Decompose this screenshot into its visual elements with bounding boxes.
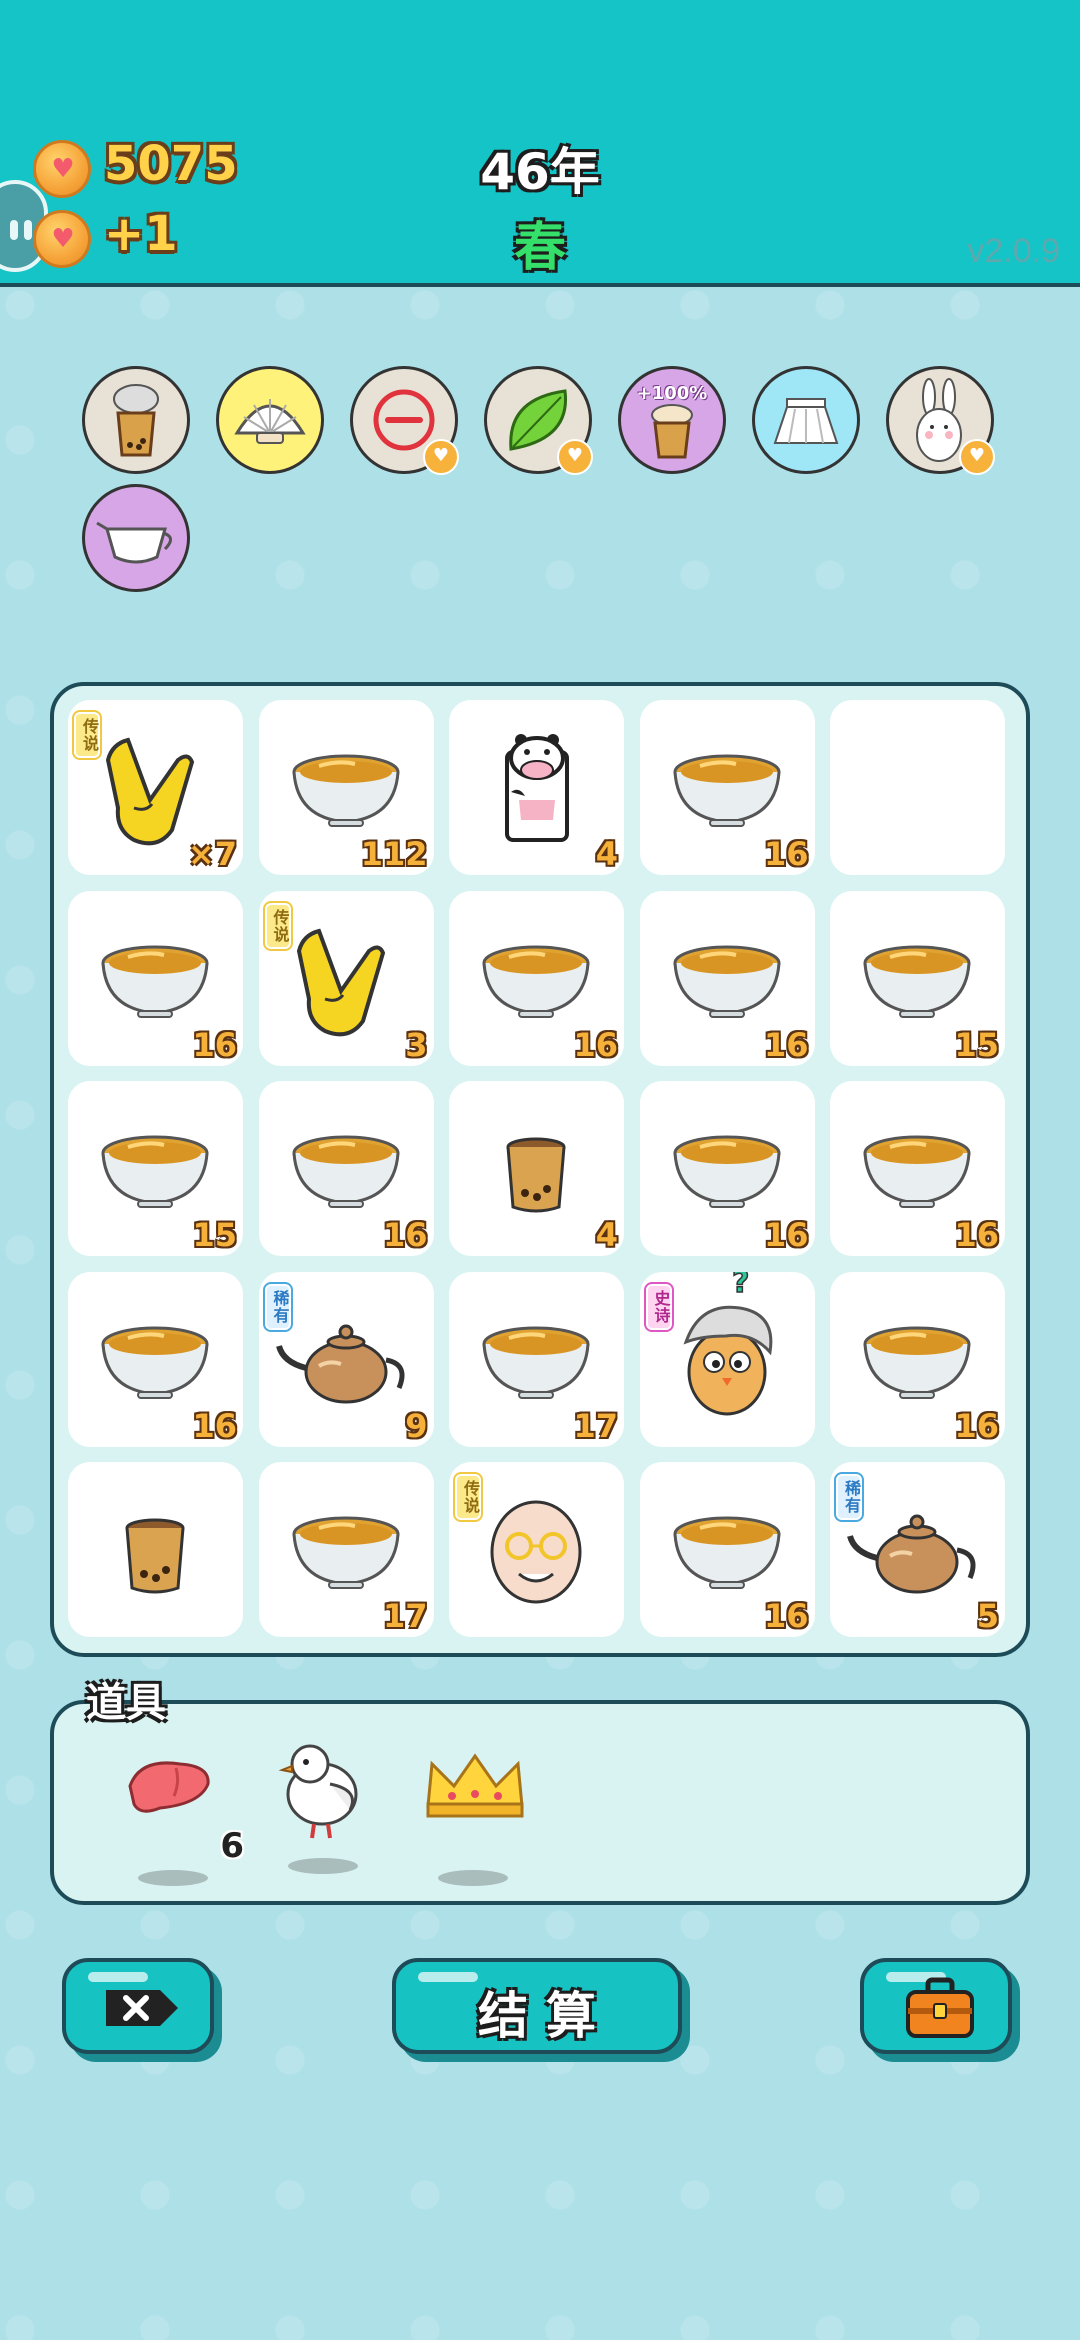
crown-icon[interactable] [420, 1746, 530, 1886]
svg-text:?: ? [732, 1272, 749, 1300]
item-count: 112 [360, 835, 428, 873]
item-count: ×7 [187, 835, 237, 873]
grid-cell-tea-bowl[interactable]: 16 [639, 1462, 815, 1637]
item-count: 16 [192, 1406, 237, 1445]
grid-cell-tea-bowl[interactable]: 15 [830, 890, 1005, 1066]
close-tag-icon [106, 1990, 178, 2026]
tool-count: 6 [220, 1826, 244, 1866]
item-count: 16 [573, 1025, 618, 1064]
rarity-tag: 稀有 [264, 1283, 291, 1330]
year-label: 46年 [480, 143, 600, 201]
quit-button[interactable] [62, 1958, 214, 2054]
minus-circle-icon[interactable]: ♥ [350, 366, 459, 475]
item-count: 3 [405, 1025, 428, 1064]
item-count: 17 [382, 1597, 428, 1635]
item-count: 16 [763, 1216, 809, 1254]
item-count: 16 [192, 1025, 237, 1064]
heart-badge-icon: ♥ [423, 439, 459, 475]
tool-shadow [288, 1858, 358, 1874]
leaf-icon[interactable]: ♥ [484, 366, 593, 475]
version-label: v2.0.9 [967, 232, 1060, 270]
coin-icon: ♥ [33, 140, 91, 198]
grid-cell-tea-cup[interactable]: 4 [449, 1081, 624, 1256]
item-count: 17 [573, 1406, 618, 1445]
rarity-tag: 传说 [264, 902, 291, 949]
tools-panel: 6 [50, 1700, 1030, 1905]
item-count: 16 [763, 1597, 809, 1635]
grid-cell-teapot[interactable]: 稀有 9 [258, 1271, 434, 1447]
heart-badge-icon: ♥ [959, 439, 995, 475]
button-shine [88, 1972, 148, 1982]
item-count: 4 [595, 1216, 618, 1254]
briefcase-icon [906, 1977, 974, 2038]
season-label: 春 [513, 218, 566, 278]
skirt-icon[interactable] [752, 366, 860, 474]
tool-shadow [438, 1870, 508, 1886]
item-count: 16 [763, 835, 809, 873]
grid-cell-old-man[interactable]: 传说 [449, 1462, 624, 1637]
item-count: 16 [954, 1406, 999, 1445]
item-count: 16 [954, 1216, 999, 1254]
rarity-tag: 传说 [74, 712, 100, 758]
item-count: 16 [763, 1025, 809, 1064]
bag-button[interactable] [860, 1958, 1012, 2054]
grid-cell-tea-bowl[interactable]: 112 [258, 700, 434, 875]
item-count: 9 [405, 1406, 428, 1445]
cup-plus-icon[interactable]: +100% [618, 366, 726, 474]
grid-cell-tea-bowl[interactable]: 16 [258, 1081, 434, 1256]
grid-cell-chick-character[interactable]: ? 史诗 [639, 1271, 815, 1447]
grid-cell-tea-bowl[interactable]: 17 [449, 1271, 624, 1447]
bubble-tea-lid-icon[interactable] [82, 366, 190, 474]
grid-cell-teapot[interactable]: 稀有 5 [830, 1462, 1005, 1637]
grid-cell-tea-bowl[interactable]: 17 [258, 1462, 434, 1637]
item-count: 15 [954, 1025, 999, 1064]
coin-income: +1 [104, 206, 178, 262]
tea-cup-icon [125, 1518, 185, 1594]
rarity-tag: 稀有 [836, 1474, 862, 1520]
top-bar: ♥ 5075 ♥ +1 46年 春 v2.0.9 [0, 0, 1080, 287]
item-count: 15 [192, 1216, 237, 1254]
grid-cell-tea-bowl[interactable]: 16 [68, 1271, 243, 1447]
heart-badge-icon: ♥ [557, 439, 593, 475]
item-count: 4 [595, 835, 618, 873]
grid-cell-pointing-hand[interactable]: 传说 3 [258, 890, 434, 1066]
tool-shadow [138, 1870, 208, 1886]
grid-cell-tea-bowl[interactable]: 16 [830, 1081, 1005, 1256]
grid-cell-pointing-hand[interactable]: 传说 ×7 [68, 700, 243, 875]
coin-income-icon: ♥ [33, 210, 91, 268]
grid-cell-empty[interactable] [830, 700, 1005, 875]
rarity-tag: 史诗 [645, 1283, 672, 1330]
item-grid: 传说 ×7 112 4 16 16 传说 3 16 16 15 15 16 4 16 16 16 稀有 9 17? 史诗… [50, 682, 1030, 1657]
grid-cell-tea-bowl[interactable]: 16 [830, 1271, 1005, 1447]
grid-cell-cow[interactable]: 4 [449, 700, 624, 875]
shell-icon[interactable] [216, 366, 324, 474]
buff-bonus-label: +100% [636, 383, 708, 404]
grid-cell-tea-cup[interactable] [68, 1462, 243, 1637]
grid-cell-tea-bowl[interactable]: 16 [68, 890, 243, 1066]
item-count: 16 [382, 1216, 428, 1254]
grid-cell-tea-bowl[interactable]: 16 [639, 1081, 815, 1256]
rarity-tag: 传说 [455, 1474, 481, 1520]
liver-icon[interactable]: 6 [120, 1746, 244, 1886]
settle-button[interactable]: 结算 [392, 1958, 682, 2054]
milk-jug-icon[interactable] [82, 484, 190, 592]
tools-title: 道具 [86, 1680, 166, 1726]
item-count: 5 [976, 1597, 999, 1635]
settle-label: 结算 [478, 1987, 614, 2045]
coin-total: 5075 [104, 136, 238, 192]
grid-cell-tea-bowl[interactable]: 16 [449, 890, 624, 1066]
grid-cell-tea-bowl[interactable]: 16 [639, 890, 815, 1066]
rabbit-icon[interactable]: ♥ [886, 366, 995, 475]
grid-cell-tea-bowl[interactable]: 15 [68, 1081, 243, 1256]
bird-icon[interactable] [270, 1734, 380, 1874]
grid-cell-tea-bowl[interactable]: 16 [639, 700, 815, 875]
